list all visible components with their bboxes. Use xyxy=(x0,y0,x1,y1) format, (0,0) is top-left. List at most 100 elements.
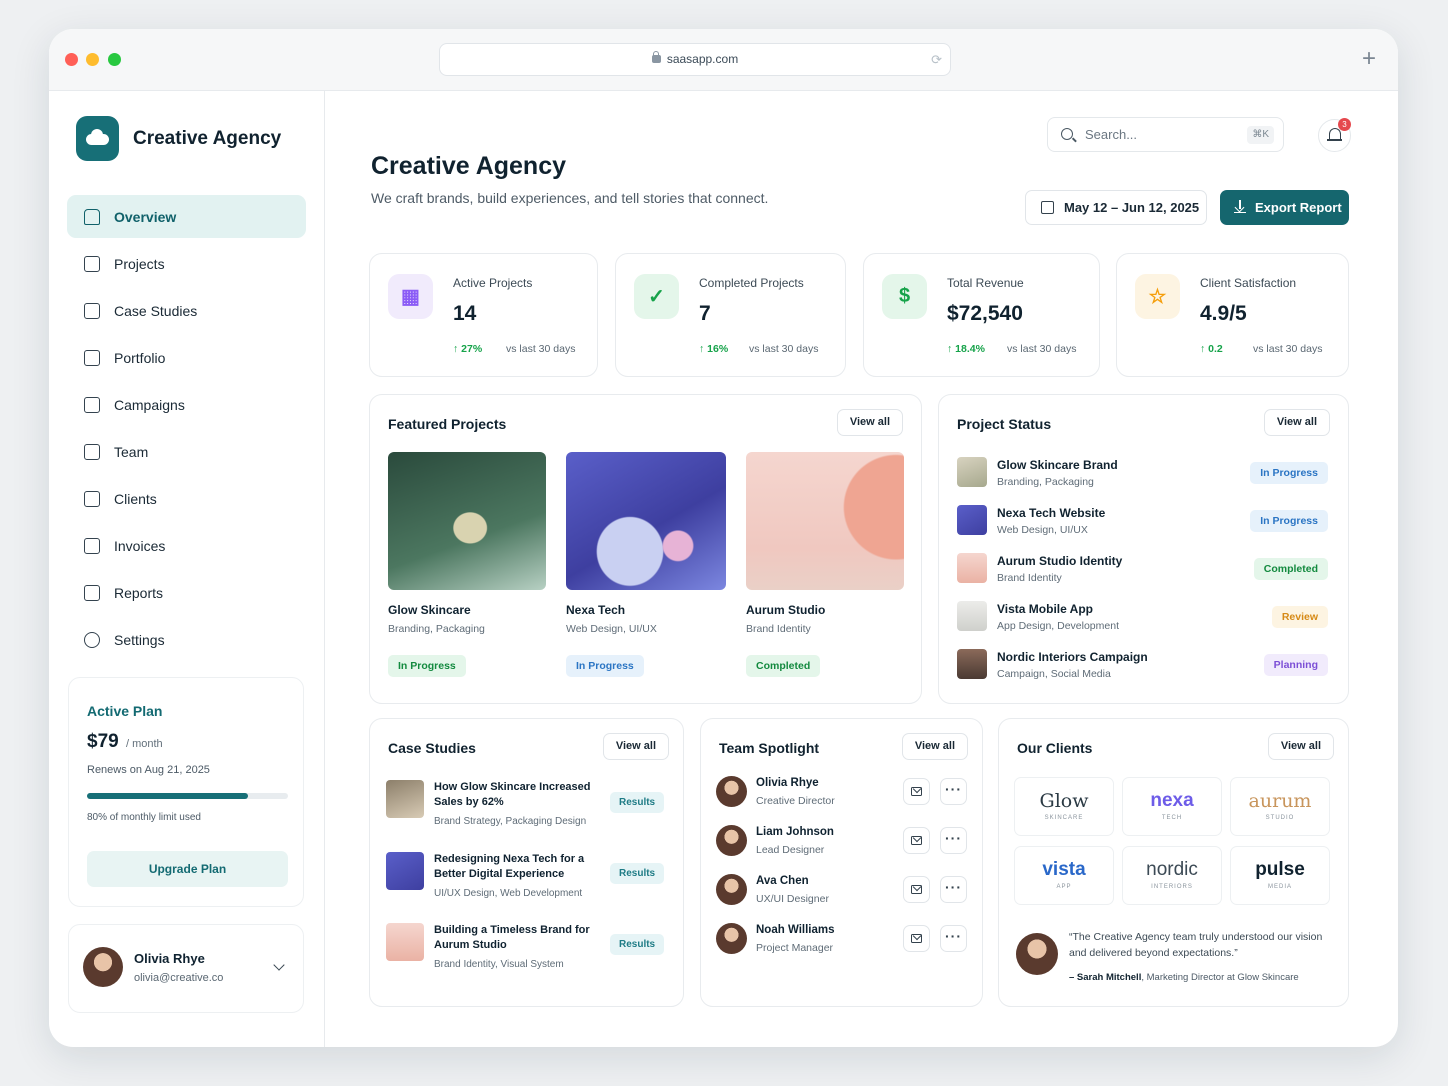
member-role: UX/UI Designer xyxy=(756,893,829,905)
address-bar[interactable]: saasapp.com ⟳ xyxy=(439,43,951,76)
card-title: Project Status xyxy=(957,416,1052,432)
new-tab-icon[interactable]: + xyxy=(1362,45,1376,73)
client-logo-nordic[interactable]: nordic INTERIORS xyxy=(1122,846,1222,905)
project-category: Web Design, UI/UX xyxy=(997,524,1088,536)
upgrade-plan-button[interactable]: Upgrade Plan xyxy=(87,851,288,887)
case-study-title[interactable]: How Glow Skincare Increased Sales by 62% xyxy=(434,780,609,810)
card-title: Our Clients xyxy=(1017,740,1093,756)
results-badge[interactable]: Results xyxy=(610,934,665,955)
stat-delta: ↑ 16% xyxy=(699,343,729,355)
client-logo-nexa[interactable]: nexa TECH xyxy=(1122,777,1222,836)
stat-delta: ↑ 27% xyxy=(453,343,483,355)
view-all-button[interactable]: View all xyxy=(602,733,669,760)
member-role: Creative Director xyxy=(756,795,835,807)
status-badge: In Progress xyxy=(388,655,466,677)
maximize-window-button[interactable] xyxy=(108,53,121,66)
client-logo-glow[interactable]: Glow SKINCARE xyxy=(1014,777,1114,836)
message-button[interactable] xyxy=(903,876,930,903)
check-circle-icon: ✓ xyxy=(634,274,679,319)
project-thumbnail xyxy=(957,601,987,631)
chevron-down-icon[interactable] xyxy=(273,959,285,971)
notifications-button[interactable]: 3 xyxy=(1318,118,1351,152)
project-name: Nexa Tech Website xyxy=(997,506,1106,520)
date-range-picker[interactable]: May 12 – Jun 12, 2025 xyxy=(1025,190,1207,225)
client-logo-vista[interactable]: vista APP xyxy=(1014,846,1114,905)
briefcase-icon xyxy=(84,490,100,507)
sidebar-item-invoices[interactable]: Invoices xyxy=(67,524,306,567)
search-placeholder: Search... xyxy=(1085,127,1138,142)
message-button[interactable] xyxy=(903,925,930,952)
client-logo-text: aurum xyxy=(1248,790,1312,812)
project-card-glow-skincare[interactable]: Glow Skincare Branding, Packaging In Pro… xyxy=(388,452,546,677)
project-name: Glow Skincare xyxy=(388,603,471,617)
more-options-button[interactable]: ··· xyxy=(940,778,967,805)
reload-icon[interactable]: ⟳ xyxy=(931,44,942,75)
view-all-button[interactable]: View all xyxy=(901,733,968,760)
browser-toolbar: saasapp.com ⟳ + xyxy=(49,29,1398,91)
testimonial-author: – Sarah Mitchell, Marketing Director at … xyxy=(1069,972,1299,983)
more-options-button[interactable]: ··· xyxy=(940,876,967,903)
sidebar-item-label: Case Studies xyxy=(114,302,198,319)
more-icon: ··· xyxy=(945,830,962,846)
more-options-button[interactable]: ··· xyxy=(940,827,967,854)
report-icon xyxy=(84,584,100,601)
case-study-thumbnail xyxy=(386,923,424,961)
stat-card-client-satisfaction: ☆ Client Satisfaction 4.9/5 ↑ 0.2 vs las… xyxy=(1116,253,1349,377)
sidebar-item-team[interactable]: Team xyxy=(67,430,306,473)
view-all-button[interactable]: View all xyxy=(1267,733,1334,760)
results-badge[interactable]: Results xyxy=(610,792,665,813)
client-logo-sub: MEDIA xyxy=(1267,884,1292,890)
message-button[interactable] xyxy=(903,778,930,805)
search-input[interactable]: Search... ⌘K xyxy=(1047,117,1284,152)
project-thumbnail xyxy=(957,505,987,535)
message-button[interactable] xyxy=(903,827,930,854)
case-study-title[interactable]: Building a Timeless Brand for Aurum Stud… xyxy=(434,923,609,953)
member-name: Liam Johnson xyxy=(756,826,834,838)
project-card-nexa-tech[interactable]: Nexa Tech Web Design, UI/UX In Progress xyxy=(566,452,726,677)
sidebar-item-reports[interactable]: Reports xyxy=(67,571,306,614)
sidebar-item-overview[interactable]: Overview xyxy=(67,195,306,238)
invoice-icon xyxy=(84,537,100,554)
client-logo-aurum[interactable]: aurum STUDIO xyxy=(1230,777,1330,836)
sidebar-nav: Overview Projects Case Studies Portfolio… xyxy=(67,195,306,665)
view-all-button[interactable]: View all xyxy=(836,409,903,436)
project-card-aurum-studio[interactable]: Aurum Studio Brand Identity Completed xyxy=(746,452,904,677)
results-badge[interactable]: Results xyxy=(610,863,665,884)
testimonial-author-name: – Sarah Mitchell xyxy=(1069,972,1142,983)
case-study-title[interactable]: Redesigning Nexa Tech for a Better Digit… xyxy=(434,852,609,882)
sidebar: Creative Agency Overview Projects Case S… xyxy=(49,91,325,1047)
sidebar-item-clients[interactable]: Clients xyxy=(67,477,306,520)
sidebar-item-portfolio[interactable]: Portfolio xyxy=(67,336,306,379)
case-study-thumbnail xyxy=(386,780,424,818)
project-name: Glow Skincare Brand xyxy=(997,458,1118,472)
stat-delta: ↑ 0.2 xyxy=(1200,343,1223,355)
avatar xyxy=(716,874,747,905)
stat-value: $72,540 xyxy=(947,302,1023,325)
calendar-icon xyxy=(1041,201,1054,214)
export-report-button[interactable]: Export Report xyxy=(1220,190,1349,225)
project-thumbnail xyxy=(957,457,987,487)
sidebar-item-label: Reports xyxy=(114,584,164,601)
sidebar-item-label: Portfolio xyxy=(114,349,166,366)
status-badge: Planning xyxy=(1263,654,1328,676)
search-icon xyxy=(1061,128,1073,140)
sidebar-item-case-studies[interactable]: Case Studies xyxy=(67,289,306,332)
project-name: Aurum Studio Identity xyxy=(997,554,1123,568)
minimize-window-button[interactable] xyxy=(86,53,99,66)
mail-icon xyxy=(911,787,922,796)
brand[interactable]: Creative Agency xyxy=(76,116,281,161)
more-options-button[interactable]: ··· xyxy=(940,925,967,952)
more-icon: ··· xyxy=(945,879,962,895)
sidebar-item-settings[interactable]: Settings xyxy=(67,618,306,661)
user-menu[interactable]: Olivia Rhye olivia@creative.co xyxy=(68,924,304,1013)
sidebar-item-campaigns[interactable]: Campaigns xyxy=(67,383,306,426)
client-logo-pulse[interactable]: pulse MEDIA xyxy=(1230,846,1330,905)
sidebar-item-projects[interactable]: Projects xyxy=(67,242,306,285)
client-logo-sub: APP xyxy=(1056,884,1072,890)
client-logo-text: pulse xyxy=(1255,859,1305,880)
view-all-button[interactable]: View all xyxy=(1263,409,1330,436)
plan-title: Active Plan xyxy=(87,703,163,719)
search-shortcut: ⌘K xyxy=(1247,126,1274,144)
close-window-button[interactable] xyxy=(65,53,78,66)
client-logo-text: vista xyxy=(1042,859,1086,880)
